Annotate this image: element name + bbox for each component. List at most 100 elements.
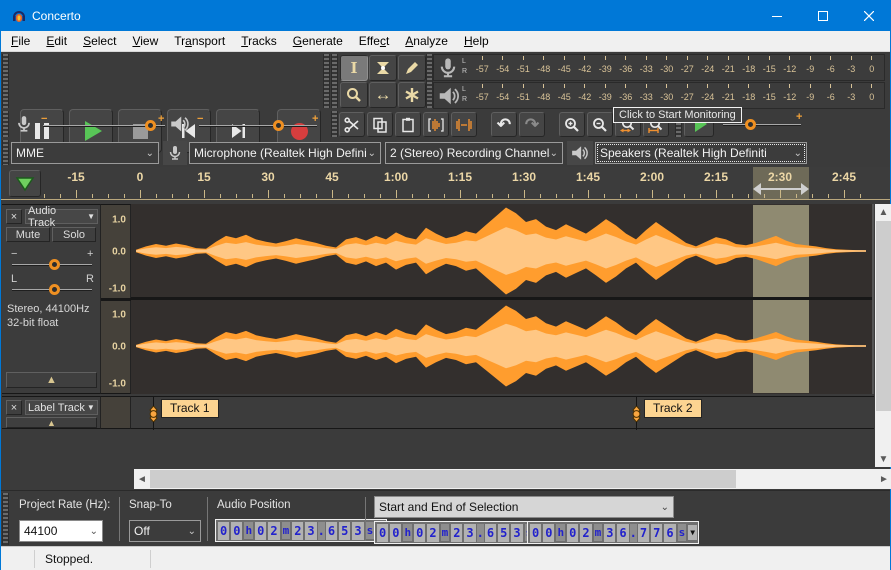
selection-end-digit[interactable]: 7 — [651, 524, 662, 542]
scroll-down-arrow[interactable]: ▼ — [875, 451, 891, 467]
copy-button[interactable] — [367, 112, 393, 137]
label-text-chip[interactable]: Track 2 — [644, 399, 702, 418]
record-volume-knob[interactable] — [145, 120, 156, 131]
horizontal-scrollbar-thumb[interactable] — [150, 470, 736, 488]
selection-start-digit[interactable]: 2 — [451, 524, 462, 542]
selection-end-field[interactable]: 00h02m36.776s▼ — [527, 521, 699, 544]
transport-toolbar-grip-end[interactable] — [323, 54, 330, 108]
label-track-collapse-button[interactable]: ▲ — [6, 417, 97, 428]
menu-item-tracks[interactable]: Tracks — [233, 32, 285, 50]
output-device-select[interactable]: Speakers (Realtek High Definiti⌄ — [595, 142, 807, 164]
transport-toolbar-grip[interactable] — [2, 54, 9, 108]
device-toolbar-grip[interactable] — [2, 140, 9, 165]
edit-toolbar-grip[interactable] — [331, 111, 338, 137]
selection-start-field[interactable]: 00h02m23.653s▼ — [374, 521, 546, 544]
selection-start-digit[interactable]: 3 — [464, 524, 475, 542]
selection-start-digit[interactable]: 0 — [414, 524, 425, 542]
label-track-content[interactable]: Track 1 Track 2 — [131, 396, 874, 429]
maximize-button[interactable] — [800, 1, 846, 31]
audio-position-digit[interactable]: 6 — [326, 522, 337, 540]
audio-track-menu[interactable]: Audio Track▼ — [25, 209, 98, 224]
selection-start-digit[interactable]: 0 — [390, 524, 401, 542]
close-button[interactable] — [846, 1, 891, 31]
menu-item-effect[interactable]: Effect — [351, 32, 397, 50]
input-device-select[interactable]: Microphone (Realtek High Defini⌄ — [189, 142, 381, 164]
cut-button[interactable] — [339, 112, 365, 137]
selection-drag-bar[interactable] — [759, 188, 803, 190]
audio-host-select[interactable]: MME⌄ — [11, 142, 159, 164]
audio-position-digit[interactable]: 0 — [218, 522, 229, 540]
project-rate-select[interactable]: 44100⌄ — [19, 520, 103, 542]
label-handle[interactable] — [630, 406, 643, 422]
scroll-left-arrow[interactable]: ◄ — [134, 469, 150, 489]
label-text-chip[interactable]: Track 1 — [161, 399, 219, 418]
solo-button[interactable]: Solo — [52, 227, 96, 242]
speed-slider[interactable] — [723, 124, 801, 126]
channels-select[interactable]: 2 (Stereo) Recording Channels⌄ — [385, 142, 563, 164]
menu-item-generate[interactable]: Generate — [285, 32, 351, 50]
label-handle[interactable] — [147, 406, 160, 422]
label-track-close-button[interactable]: × — [6, 400, 22, 415]
draw-tool-button[interactable] — [398, 55, 426, 81]
audio-position-digit[interactable]: 2 — [268, 522, 279, 540]
audio-position-digit[interactable]: 3 — [352, 522, 363, 540]
snap-to-select[interactable]: Off⌄ — [129, 520, 201, 542]
zoom-tool-button[interactable] — [340, 82, 368, 108]
menu-item-transport[interactable]: Transport — [166, 32, 233, 50]
scroll-right-arrow[interactable]: ► — [876, 469, 891, 489]
pan-knob[interactable] — [49, 284, 60, 295]
selection-start-digit[interactable]: 2 — [427, 524, 438, 542]
title-bar[interactable]: Concerto — [1, 1, 890, 31]
selection-tool-button[interactable]: I — [340, 55, 368, 81]
redo-button[interactable]: ↷ — [519, 112, 545, 137]
vertical-scrollbar-thumb[interactable] — [876, 221, 891, 411]
trim-audio-button[interactable] — [423, 112, 449, 137]
scroll-up-arrow[interactable]: ▲ — [875, 204, 891, 220]
menu-item-file[interactable]: File — [3, 32, 38, 50]
selection-toolbar-grip[interactable] — [2, 493, 9, 545]
pin-playhead-button[interactable] — [9, 170, 41, 197]
gain-knob[interactable] — [49, 259, 60, 270]
selection-end-digit[interactable]: 0 — [543, 524, 554, 542]
selection-end-digit[interactable]: 6 — [617, 524, 628, 542]
audio-position-digit[interactable]: 0 — [255, 522, 266, 540]
audio-position-digit[interactable]: 2 — [292, 522, 303, 540]
vertical-scrollbar[interactable]: ▲ ▼ — [875, 204, 891, 467]
waveform-display[interactable] — [131, 204, 874, 394]
audio-position-digit[interactable]: 5 — [339, 522, 350, 540]
audio-position-digit[interactable]: 0 — [231, 522, 242, 540]
zoom-out-button[interactable] — [587, 112, 613, 137]
zoom-in-button[interactable] — [559, 112, 585, 137]
minimize-button[interactable] — [754, 1, 800, 31]
selection-end-dropdown-arrow[interactable]: ▼ — [688, 525, 697, 540]
selection-start-digit[interactable]: 5 — [498, 524, 509, 542]
paste-button[interactable] — [395, 112, 421, 137]
undo-button[interactable]: ↶ — [491, 112, 517, 137]
audio-position-field[interactable]: 00h02m23.653s▼ — [215, 519, 387, 542]
selection-end-digit[interactable]: 0 — [530, 524, 541, 542]
selection-start-digit[interactable]: 0 — [377, 524, 388, 542]
timeline-ruler[interactable]: -1501530451:001:151:301:452:002:152:302:… — [1, 167, 890, 200]
mixer-toolbar-grip[interactable] — [2, 111, 9, 137]
menu-item-view[interactable]: View — [124, 32, 166, 50]
selection-end-digit[interactable]: 7 — [638, 524, 649, 542]
menu-item-edit[interactable]: Edit — [38, 32, 75, 50]
selection-end-digit[interactable]: 0 — [567, 524, 578, 542]
audio-track-collapse-button[interactable]: ▲ — [6, 372, 97, 388]
playback-meter[interactable]: L R -57-54-51-48-45-42-39-36-33-30-27-24… — [433, 82, 885, 109]
menu-item-select[interactable]: Select — [75, 32, 124, 50]
recording-meter[interactable]: L R -57-54-51-48-45-42-39-36-33-30-27-24… — [433, 54, 885, 81]
speed-knob[interactable] — [745, 119, 756, 130]
selection-start-digit[interactable]: 6 — [485, 524, 496, 542]
selection-start-digit[interactable]: 3 — [511, 524, 522, 542]
envelope-tool-button[interactable] — [369, 55, 397, 81]
multi-tool-button[interactable] — [398, 82, 426, 108]
selection-left-arrow[interactable] — [753, 183, 761, 195]
selection-range-mode-select[interactable]: Start and End of Selection⌄ — [374, 496, 674, 518]
menu-item-help[interactable]: Help — [456, 32, 497, 50]
menu-item-analyze[interactable]: Analyze — [397, 32, 456, 50]
playback-volume-slider[interactable] — [199, 125, 317, 127]
selection-end-digit[interactable]: 6 — [664, 524, 675, 542]
selection-right-arrow[interactable] — [801, 183, 809, 195]
audio-position-digit[interactable]: 3 — [305, 522, 316, 540]
